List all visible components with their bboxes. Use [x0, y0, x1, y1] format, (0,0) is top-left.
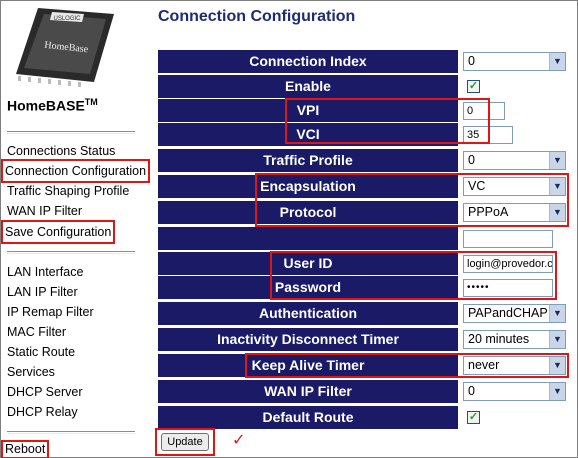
form-row-traffic-profile: Traffic Profile 0 ▼ — [158, 149, 569, 172]
sidebar-item-dhcp-relay[interactable]: DHCP Relay — [7, 402, 78, 422]
sidebar-item-lan-interface[interactable]: LAN Interface — [7, 262, 83, 282]
homebase-logo: USLOGIC HomeBase — [16, 8, 114, 87]
highlight-encapsulation-protocol — [255, 173, 569, 227]
inactivity-disconnect-timer-select[interactable]: 20 minutes ▼ — [463, 330, 566, 349]
connection-index-label: Connection Index — [158, 50, 458, 73]
sidebar-item-dhcp-server[interactable]: DHCP Server — [7, 382, 82, 402]
sidebar-item-traffic-shaping-profile[interactable]: Traffic Shaping Profile — [7, 181, 129, 201]
sidebar-item-wan-ip-filter[interactable]: WAN IP Filter — [7, 201, 82, 221]
enable-cell: ✓ — [460, 75, 569, 98]
highlight-vpi-vci — [285, 98, 490, 144]
wan-ip-filter-label: WAN IP Filter — [158, 380, 458, 403]
enable-label: Enable — [158, 75, 458, 98]
form-row-inactivity-disconnect-timer: Inactivity Disconnect Timer 20 minutes ▼ — [158, 328, 569, 351]
sidebar-item-lan-ip-filter[interactable]: LAN IP Filter — [7, 282, 78, 302]
chevron-down-icon: ▼ — [549, 53, 565, 70]
logo-text-top: USLOGIC — [53, 16, 81, 22]
highlight-user-password — [270, 251, 557, 300]
connection-index-select[interactable]: 0 ▼ — [463, 52, 566, 71]
traffic-profile-select[interactable]: 0 ▼ — [463, 151, 566, 170]
sidebar-divider — [7, 251, 135, 254]
default-route-cell: ✓ — [460, 406, 569, 429]
chevron-down-icon: ▼ — [549, 152, 565, 169]
inactivity-disconnect-timer-label: Inactivity Disconnect Timer — [158, 328, 458, 351]
blank-cell — [460, 227, 569, 250]
connection-index-value: 0 — [468, 54, 475, 68]
highlight-keep-alive — [245, 353, 569, 378]
sidebar-divider — [7, 431, 135, 434]
form-row-connection-index: Connection Index 0 ▼ — [158, 50, 569, 73]
sidebar-item-connection-configuration[interactable]: Connection Configuration — [0, 159, 151, 183]
enable-checkbox[interactable]: ✓ — [467, 80, 480, 93]
wan-ip-filter-value: 0 — [468, 384, 475, 398]
traffic-profile-label: Traffic Profile — [158, 149, 458, 172]
page-title: Connection Configuration — [158, 8, 356, 25]
traffic-profile-cell: 0 ▼ — [460, 149, 569, 172]
chevron-down-icon: ▼ — [549, 383, 565, 400]
wan-ip-filter-select[interactable]: 0 ▼ — [463, 382, 566, 401]
authentication-value: PAPandCHAP — [468, 306, 548, 320]
wan-ip-filter-cell: 0 ▼ — [460, 380, 569, 403]
inactivity-disconnect-timer-value: 20 minutes — [468, 332, 530, 346]
default-route-checkbox[interactable]: ✓ — [467, 411, 480, 424]
connection-index-cell: 0 ▼ — [460, 50, 569, 73]
chevron-down-icon: ▼ — [549, 305, 565, 322]
traffic-profile-value: 0 — [468, 153, 475, 167]
chevron-down-icon: ▼ — [549, 331, 565, 348]
blank-input[interactable] — [463, 230, 553, 248]
sidebar-item-reboot[interactable]: Reboot — [0, 440, 50, 458]
sidebar-item-static-route[interactable]: Static Route — [7, 342, 75, 362]
form-row-default-route: Default Route ✓ — [158, 406, 569, 429]
sidebar-divider — [7, 131, 135, 134]
brand-name: HomeBASETM — [7, 97, 98, 114]
form-row-enable: Enable ✓ — [158, 75, 569, 98]
default-route-label: Default Route — [158, 406, 458, 429]
update-button[interactable]: Update — [161, 433, 209, 451]
authentication-select[interactable]: PAPandCHAP ▼ — [463, 304, 566, 323]
sidebar-item-mac-filter[interactable]: MAC Filter — [7, 322, 66, 342]
authentication-label: Authentication — [158, 302, 458, 325]
form-row-blank — [158, 227, 569, 250]
authentication-cell: PAPandCHAP ▼ — [460, 302, 569, 325]
inactivity-disconnect-timer-cell: 20 minutes ▼ — [460, 328, 569, 351]
sidebar: USLOGIC HomeBase HomeBASETM Connections … — [0, 0, 151, 458]
sidebar-item-ip-remap-filter[interactable]: IP Remap Filter — [7, 302, 94, 322]
sidebar-item-save-configuration[interactable]: Save Configuration — [0, 220, 116, 244]
form-row-wan-ip-filter: WAN IP Filter 0 ▼ — [158, 380, 569, 403]
form-row-authentication: Authentication PAPandCHAP ▼ — [158, 302, 569, 325]
sidebar-item-connections-status[interactable]: Connections Status — [7, 141, 115, 161]
blank-label — [158, 227, 458, 250]
sidebar-item-services[interactable]: Services — [7, 362, 55, 382]
checkmark-icon: ✓ — [232, 432, 246, 449]
